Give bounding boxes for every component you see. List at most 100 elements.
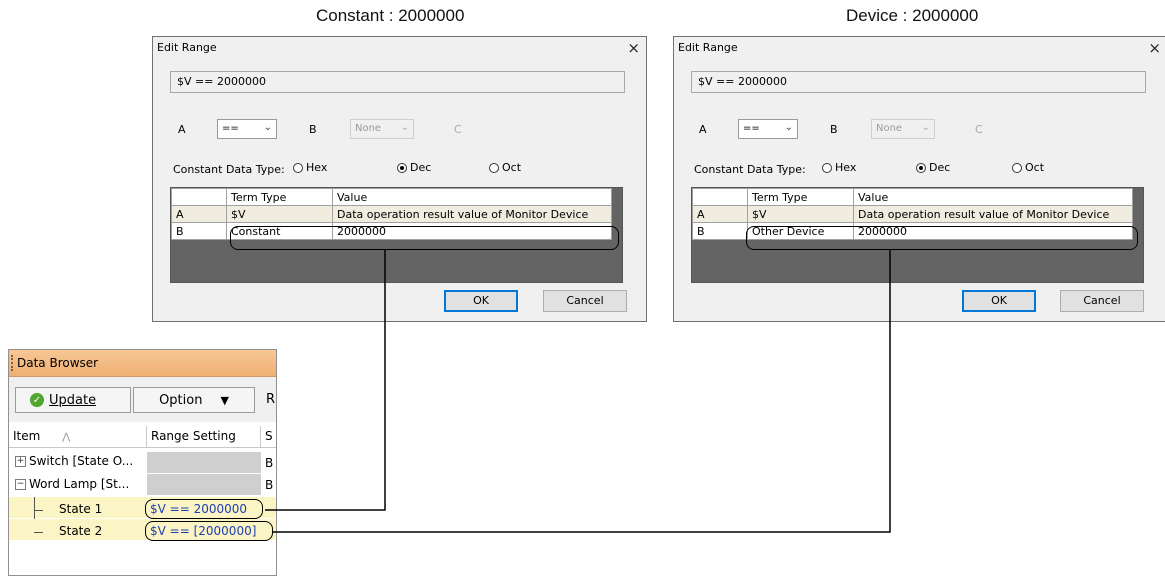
grid-row-a[interactable]: A $V Data operation result value of Moni… (171, 205, 612, 223)
radio-hex[interactable]: Hex (822, 161, 856, 174)
dropdown-arrow-icon: ▼ (220, 393, 229, 407)
term-type-cell[interactable]: $V (226, 205, 333, 223)
close-icon[interactable]: × (627, 39, 640, 57)
label-a: A (178, 123, 186, 136)
ok-button[interactable]: OK (444, 290, 518, 312)
radio-oct[interactable]: Oct (1012, 161, 1044, 174)
value-cell[interactable]: 2000000 (853, 222, 1133, 240)
value-cell[interactable]: Data operation result value of Monitor D… (853, 205, 1133, 223)
radio-dec[interactable]: Dec (916, 161, 950, 174)
radio-oct-label: Oct (502, 161, 522, 174)
collapse-minus-icon[interactable]: − (15, 479, 26, 490)
value-cell[interactable]: Data operation result value of Monitor D… (332, 205, 612, 223)
grid-row-a[interactable]: A $V Data operation result value of Moni… (692, 205, 1133, 223)
label-c: C (975, 123, 983, 136)
range-setting-value[interactable]: $V == [2000000] (150, 524, 256, 538)
data-browser-panel: Data Browser ✓ Update Option ▼ R Item ⋀ … (8, 349, 277, 576)
operand-a-value: == (222, 123, 239, 134)
radio-hex-label: Hex (306, 161, 328, 174)
row-label: B (171, 222, 227, 240)
tree-cell-cut: B (265, 456, 274, 470)
column-header-range-setting[interactable]: Range Setting (147, 426, 261, 448)
caption-constant: Constant : 2000000 (316, 6, 465, 25)
radio-oct[interactable]: Oct (489, 161, 521, 174)
dialog-title: Edit Range (157, 41, 217, 54)
term-type-cell[interactable]: Other Device (747, 222, 854, 240)
range-setting-value[interactable]: $V == 2000000 (150, 502, 247, 516)
radio-dec-label: Dec (410, 161, 432, 174)
chevron-down-icon: ⌄ (263, 122, 272, 133)
toolbar-cut-label[interactable]: R (266, 392, 275, 407)
expression-field[interactable]: $V == 2000000 (691, 71, 1146, 93)
expression-field[interactable]: $V == 2000000 (170, 71, 625, 93)
data-browser-title: Data Browser (17, 356, 99, 370)
chevron-down-icon: ⌄ (921, 122, 930, 133)
term-type-cell[interactable]: Constant (226, 222, 333, 240)
grid-header-corner (692, 188, 748, 206)
row-label: A (171, 205, 227, 223)
caption-device: Device : 2000000 (846, 6, 979, 25)
radio-hex-label: Hex (835, 161, 857, 174)
range-cell-empty (147, 474, 261, 495)
label-b: B (309, 123, 317, 136)
operand-a-select[interactable]: == ⌄ (738, 119, 798, 139)
data-browser-title-bar: Data Browser (9, 350, 276, 377)
label-a: A (699, 123, 707, 136)
operand-b-value: None (876, 123, 903, 134)
grid-header-term-type: Term Type (226, 188, 333, 206)
tree-line (34, 532, 43, 533)
option-label: Option (159, 392, 203, 408)
edit-range-dialog-device: Edit Range × $V == 2000000 A == ⌄ B None… (673, 36, 1165, 322)
edit-range-dialog-constant: Edit Range × $V == 2000000 A == ⌄ B None… (152, 36, 647, 322)
radio-icon (1012, 162, 1022, 173)
close-icon[interactable]: × (1148, 39, 1161, 57)
tree-item-switch[interactable]: + Switch [State O... (15, 454, 147, 476)
sort-up-icon: ⋀ (62, 432, 71, 443)
ok-button[interactable]: OK (962, 290, 1036, 312)
grid-header-term-type: Term Type (747, 188, 854, 206)
radio-hex[interactable]: Hex (293, 161, 327, 174)
tree-item-state-2[interactable]: State 2 (59, 524, 145, 546)
operand-a-value: == (743, 123, 760, 134)
column-header-item[interactable]: Item ⋀ (9, 426, 147, 448)
radio-selected-icon (916, 162, 926, 173)
expand-plus-icon[interactable]: + (15, 456, 26, 467)
value-cell[interactable]: 2000000 (332, 222, 612, 240)
radio-selected-icon (397, 162, 407, 173)
grid-row-b[interactable]: B Other Device 2000000 (692, 222, 1133, 240)
tree-line (34, 510, 43, 511)
dialog-title: Edit Range (678, 41, 738, 54)
column-header-cut[interactable]: S (261, 426, 276, 448)
constant-data-type-label: Constant Data Type: (694, 163, 806, 176)
grid-row-b[interactable]: B Constant 2000000 (171, 222, 612, 240)
tree-item-label: Switch [State O... (29, 454, 134, 468)
chevron-down-icon: ⌄ (400, 122, 409, 133)
tree-item-label: Word Lamp [St... (29, 477, 130, 491)
operand-a-select[interactable]: == ⌄ (217, 119, 277, 139)
radio-oct-label: Oct (1025, 161, 1045, 174)
cancel-button[interactable]: Cancel (543, 290, 627, 312)
radio-icon (822, 162, 832, 173)
grip-icon[interactable] (11, 355, 15, 371)
update-button[interactable]: ✓ Update (15, 387, 131, 413)
grid-header-value: Value (332, 188, 612, 206)
option-button[interactable]: Option ▼ (133, 387, 255, 413)
data-browser-toolbar: ✓ Update Option ▼ R (9, 377, 276, 422)
radio-dec[interactable]: Dec (397, 161, 431, 174)
operand-b-select[interactable]: None ⌄ (350, 119, 414, 139)
row-label: B (692, 222, 748, 240)
radio-icon (293, 162, 303, 173)
cancel-button[interactable]: Cancel (1060, 290, 1144, 312)
update-label: Update (49, 392, 97, 408)
term-type-cell[interactable]: $V (747, 205, 854, 223)
operand-b-value: None (355, 123, 382, 134)
range-cell-empty (147, 452, 261, 473)
radio-icon (489, 162, 499, 173)
check-circle-icon: ✓ (30, 393, 44, 407)
operand-b-select[interactable]: None ⌄ (871, 119, 935, 139)
label-b: B (830, 123, 838, 136)
column-item-label: Item (13, 429, 41, 443)
tree-item-word-lamp[interactable]: − Word Lamp [St... (15, 477, 147, 499)
grid-header-corner (171, 188, 227, 206)
chevron-down-icon: ⌄ (784, 122, 793, 133)
